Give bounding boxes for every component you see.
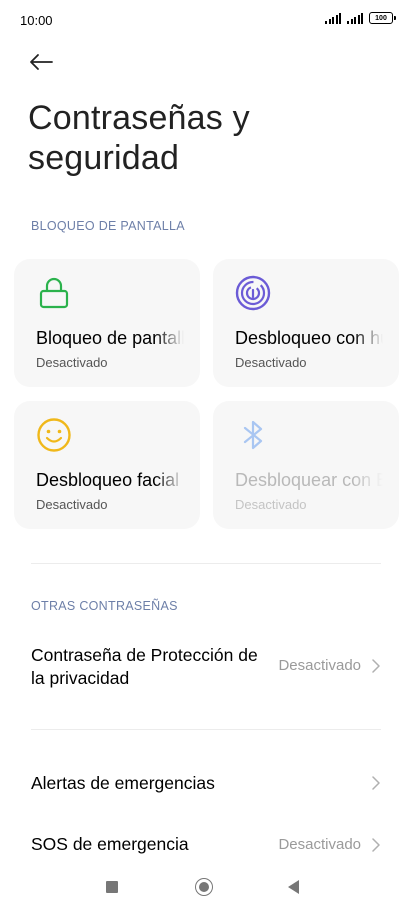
row-emergency-sos-label: SOS de emergencia	[31, 834, 189, 854]
card-fingerprint-unlock[interactable]: Desbloqueo con huella Desactivado	[213, 259, 399, 387]
status-icons: 100	[325, 12, 396, 24]
section-header-other-passwords: OTRAS CONTRASEÑAS	[31, 599, 178, 613]
chevron-right-icon	[372, 838, 380, 852]
battery-icon: 100	[369, 12, 396, 24]
card-bluetooth-status: Desactivado	[235, 497, 307, 512]
nav-back-button[interactable]	[288, 880, 299, 894]
card-bluetooth-unlock[interactable]: Desbloquear con Bluetooth Desactivado	[213, 401, 399, 529]
chevron-right-icon	[372, 659, 380, 673]
card-face-title: Desbloqueo facial	[36, 470, 180, 490]
fingerprint-icon	[235, 275, 271, 311]
battery-level: 100	[375, 14, 387, 22]
arrow-left-icon	[30, 54, 53, 70]
card-screen-lock-title: Bloqueo de pantalla	[36, 328, 184, 348]
card-bluetooth-title: Desbloquear con Bluetooth	[235, 470, 383, 490]
chevron-right-icon	[372, 776, 380, 790]
card-fingerprint-title: Desbloqueo con huella	[235, 328, 383, 348]
face-icon	[37, 418, 71, 452]
row-emergency-alerts-label: Alertas de emergencias	[31, 773, 215, 793]
card-face-unlock[interactable]: Desbloqueo facial Desactivado	[14, 401, 200, 529]
status-time: 10:00	[20, 13, 53, 28]
row-emergency-alerts[interactable]: Alertas de emergencias	[0, 760, 411, 806]
divider	[31, 729, 381, 730]
home-button[interactable]	[195, 878, 213, 896]
back-button[interactable]	[28, 48, 60, 76]
card-fingerprint-status: Desactivado	[235, 355, 307, 370]
bluetooth-icon	[243, 420, 263, 450]
row-emergency-sos-value: Desactivado	[278, 836, 361, 853]
row-privacy-password[interactable]: Contraseña de Protección de la privacida…	[0, 640, 411, 696]
card-face-status: Desactivado	[36, 497, 108, 512]
row-privacy-password-label: Contraseña de Protección de la privacida…	[31, 645, 258, 688]
page-title: Contraseñas y seguridad	[28, 99, 250, 177]
card-screen-lock-status: Desactivado	[36, 355, 108, 370]
status-bar: 10:00 100	[0, 0, 411, 40]
divider	[31, 563, 381, 564]
row-privacy-password-value: Desactivado	[278, 657, 361, 674]
row-emergency-sos[interactable]: SOS de emergencia Desactivado	[0, 822, 411, 868]
signal-icon-2	[347, 12, 363, 24]
card-screen-lock[interactable]: Bloqueo de pantalla Desactivado	[14, 259, 200, 387]
system-nav-bar	[0, 866, 411, 910]
signal-icon	[325, 12, 341, 24]
lock-icon	[39, 277, 69, 309]
section-header-screen-lock: BLOQUEO DE PANTALLA	[31, 219, 185, 233]
recents-button[interactable]	[106, 881, 118, 893]
